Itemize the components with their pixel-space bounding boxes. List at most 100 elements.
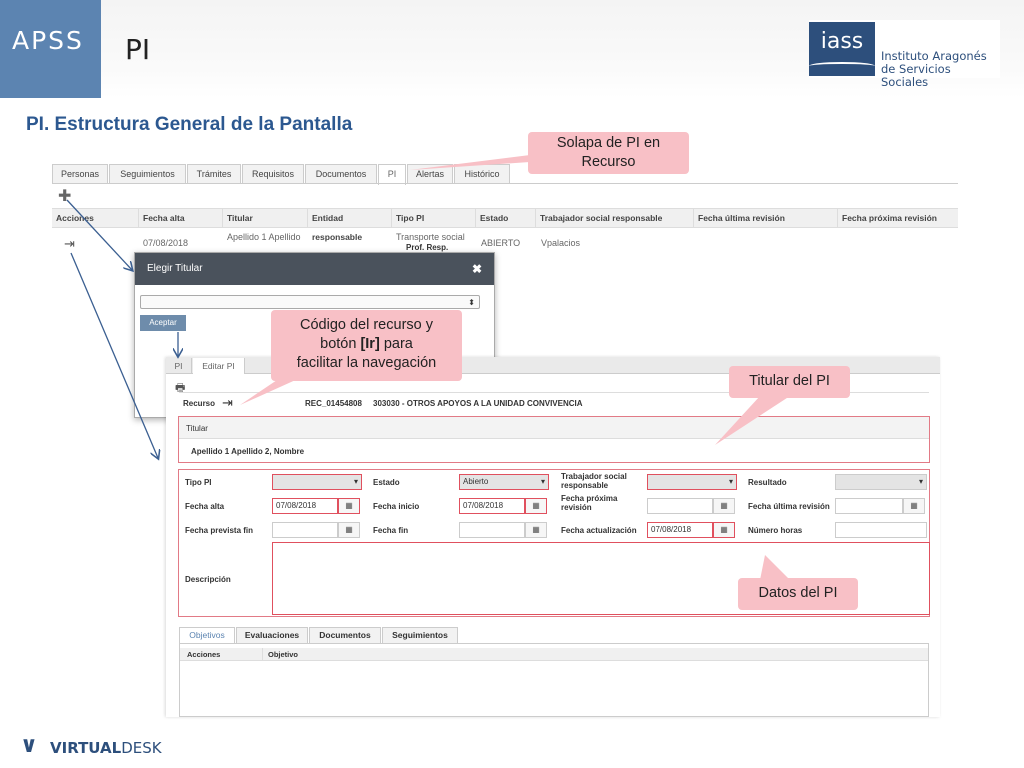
col-fecha-ultima[interactable]: Fecha última revisión <box>694 209 838 228</box>
tipo-pi-label: Tipo PI <box>185 478 212 487</box>
tab-requisitos[interactable]: Requisitos <box>242 164 304 184</box>
tab-historico[interactable]: Histórico <box>454 164 510 184</box>
aceptar-button[interactable]: Aceptar <box>140 315 186 331</box>
titular-value: Apellido 1 Apellido 2, Nombre <box>191 447 305 456</box>
grid-header: Acciones Fecha alta Titular Entidad resp… <box>52 208 958 242</box>
tab-documentos-pi[interactable]: Documentos <box>309 627 381 643</box>
modal-title: Elegir Titular <box>135 253 494 285</box>
row-tipo-pi: Transporte social <box>396 232 465 242</box>
iass-logo-text: iass <box>820 29 864 54</box>
tab-alertas[interactable]: Alertas <box>407 164 453 184</box>
virtualdesk-mark-icon: ∨ <box>20 733 38 758</box>
col-estado[interactable]: Estado <box>476 209 536 228</box>
tab-documentos[interactable]: Documentos <box>305 164 377 184</box>
virtualdesk-thin: DESK <box>121 739 162 757</box>
tab-divider <box>52 183 958 184</box>
trabajador-select[interactable] <box>647 474 737 490</box>
virtualdesk-bold: VIRTUAL <box>50 739 122 757</box>
fecha-actualizacion-label: Fecha actualización <box>561 526 637 535</box>
trabajador-label: Trabajador social responsable <box>561 472 627 490</box>
callout-codigo-line2: botón [Ir] para <box>275 335 458 354</box>
fecha-ultima-input[interactable] <box>835 498 903 514</box>
fecha-actualizacion-input[interactable]: 07/08/2018 <box>647 522 713 538</box>
close-icon[interactable]: ✖ <box>472 262 482 276</box>
printer-icon[interactable]: 🖶 <box>175 379 185 398</box>
tab-pi[interactable]: PI <box>378 164 406 185</box>
tab-seguimientos-pi[interactable]: Seguimientos <box>382 627 458 643</box>
titular-header: Titular <box>179 417 929 439</box>
tab-evaluaciones[interactable]: Evaluaciones <box>236 627 308 643</box>
numero-horas-input[interactable] <box>835 522 927 538</box>
col-acciones[interactable]: Acciones <box>52 209 139 228</box>
slide: APSS PI iass Instituto Aragonés de Servi… <box>0 0 1024 768</box>
enter-icon[interactable]: ⇥ <box>64 236 75 252</box>
plus-icon[interactable]: ✚ <box>58 186 71 206</box>
resultado-select[interactable] <box>835 474 927 490</box>
titular-section: Titular Apellido 1 Apellido 2, Nombre <box>178 416 930 463</box>
objetivos-grid: Acciones Objetivo <box>179 643 929 717</box>
calendar-icon[interactable]: ▦ <box>713 498 735 514</box>
tipo-pi-select[interactable] <box>272 474 362 490</box>
calendar-icon[interactable]: ▦ <box>338 498 360 514</box>
tab-tramites[interactable]: Trámites <box>187 164 241 184</box>
titular-select[interactable]: ⬍ <box>140 295 480 309</box>
estado-label: Estado <box>373 478 400 487</box>
col-tipo-pi[interactable]: Tipo PI <box>392 209 476 228</box>
fecha-fin-input[interactable] <box>459 522 525 538</box>
row-trabajador: Vpalacios <box>541 238 581 248</box>
row-estado: ABIERTO <box>481 238 521 248</box>
wave-icon <box>809 62 875 70</box>
titular-label: Titular <box>186 424 208 433</box>
calendar-icon[interactable]: ▦ <box>525 522 547 538</box>
calendar-icon[interactable]: ▦ <box>525 498 547 514</box>
recurso-label: Recurso <box>183 399 216 408</box>
col-titular[interactable]: Titular <box>223 209 308 228</box>
header-title: PI <box>125 33 151 66</box>
callout-solapa: Solapa de PI en Recurso <box>528 132 689 174</box>
resultado-label: Resultado <box>748 478 787 487</box>
calendar-icon[interactable]: ▦ <box>713 522 735 538</box>
tab-personas[interactable]: Personas <box>52 164 108 184</box>
col-trabajador[interactable]: Trabajador social responsable <box>536 209 694 228</box>
descripcion-label: Descripción <box>185 575 231 584</box>
fecha-inicio-input[interactable]: 07/08/2018 <box>459 498 525 514</box>
fecha-ultima-label: Fecha última revisión <box>748 502 830 511</box>
fecha-prevista-input[interactable] <box>272 522 338 538</box>
tab-editar-pi[interactable]: Editar PI <box>193 358 245 374</box>
trabajador-label-line1: Trabajador social <box>561 472 627 481</box>
trabajador-label-line2: responsable <box>561 481 609 490</box>
iass-name-line2: de Servicios Sociales <box>881 62 951 89</box>
fecha-alta-input[interactable]: 07/08/2018 <box>272 498 338 514</box>
editar-pi-panel: PI Editar PI 🖶 Recurso ⇥ REC_01454808 30… <box>166 357 940 717</box>
callout-titular: Titular del PI <box>729 366 850 398</box>
fecha-fin-label: Fecha fin <box>373 526 409 535</box>
go-to-recurso-icon[interactable]: ⇥ <box>222 395 233 411</box>
column-divider <box>262 648 263 661</box>
iass-logo-name: Instituto Aragonés de Servicios Sociales <box>881 50 1000 89</box>
callout-codigo-line3: facilitar la navegación <box>296 355 437 371</box>
fecha-proxima-label-line2: revisión <box>561 503 592 512</box>
row-fecha-alta: 07/08/2018 <box>143 238 189 248</box>
slide-title: PI. Estructura General de la Pantalla <box>26 114 353 135</box>
calendar-icon[interactable]: ▦ <box>338 522 360 538</box>
estado-select[interactable]: Abierto <box>459 474 549 490</box>
apss-brand: APSS <box>12 26 84 55</box>
tab-panel-pi[interactable]: PI <box>166 358 192 374</box>
callout-codigo-line2-bold: [Ir] <box>360 336 380 352</box>
calendar-icon[interactable]: ▦ <box>903 498 925 514</box>
objetivos-grid-header: Acciones Objetivo <box>180 648 928 661</box>
col-entidad-responsable[interactable]: Entidad responsable <box>308 209 392 242</box>
iass-logo-mark: iass <box>809 22 875 76</box>
numero-horas-label: Número horas <box>748 526 803 535</box>
tab-objetivos[interactable]: Objetivos <box>179 627 235 643</box>
col-obj-objetivo[interactable]: Objetivo <box>268 650 298 659</box>
fecha-proxima-input[interactable] <box>647 498 713 514</box>
fecha-inicio-label: Fecha inicio <box>373 502 420 511</box>
apss-brand-tab: APSS <box>0 0 101 98</box>
tab-seguimientos[interactable]: Seguimientos <box>109 164 186 184</box>
col-fecha-proxima[interactable]: Fecha próxima revisión <box>838 209 958 228</box>
callout-codigo-line2-post: para <box>379 336 413 352</box>
row-tipo-pi-sub: Prof. Resp. <box>406 243 449 252</box>
col-fecha-alta[interactable]: Fecha alta <box>139 209 223 228</box>
col-obj-acciones[interactable]: Acciones <box>187 650 220 659</box>
